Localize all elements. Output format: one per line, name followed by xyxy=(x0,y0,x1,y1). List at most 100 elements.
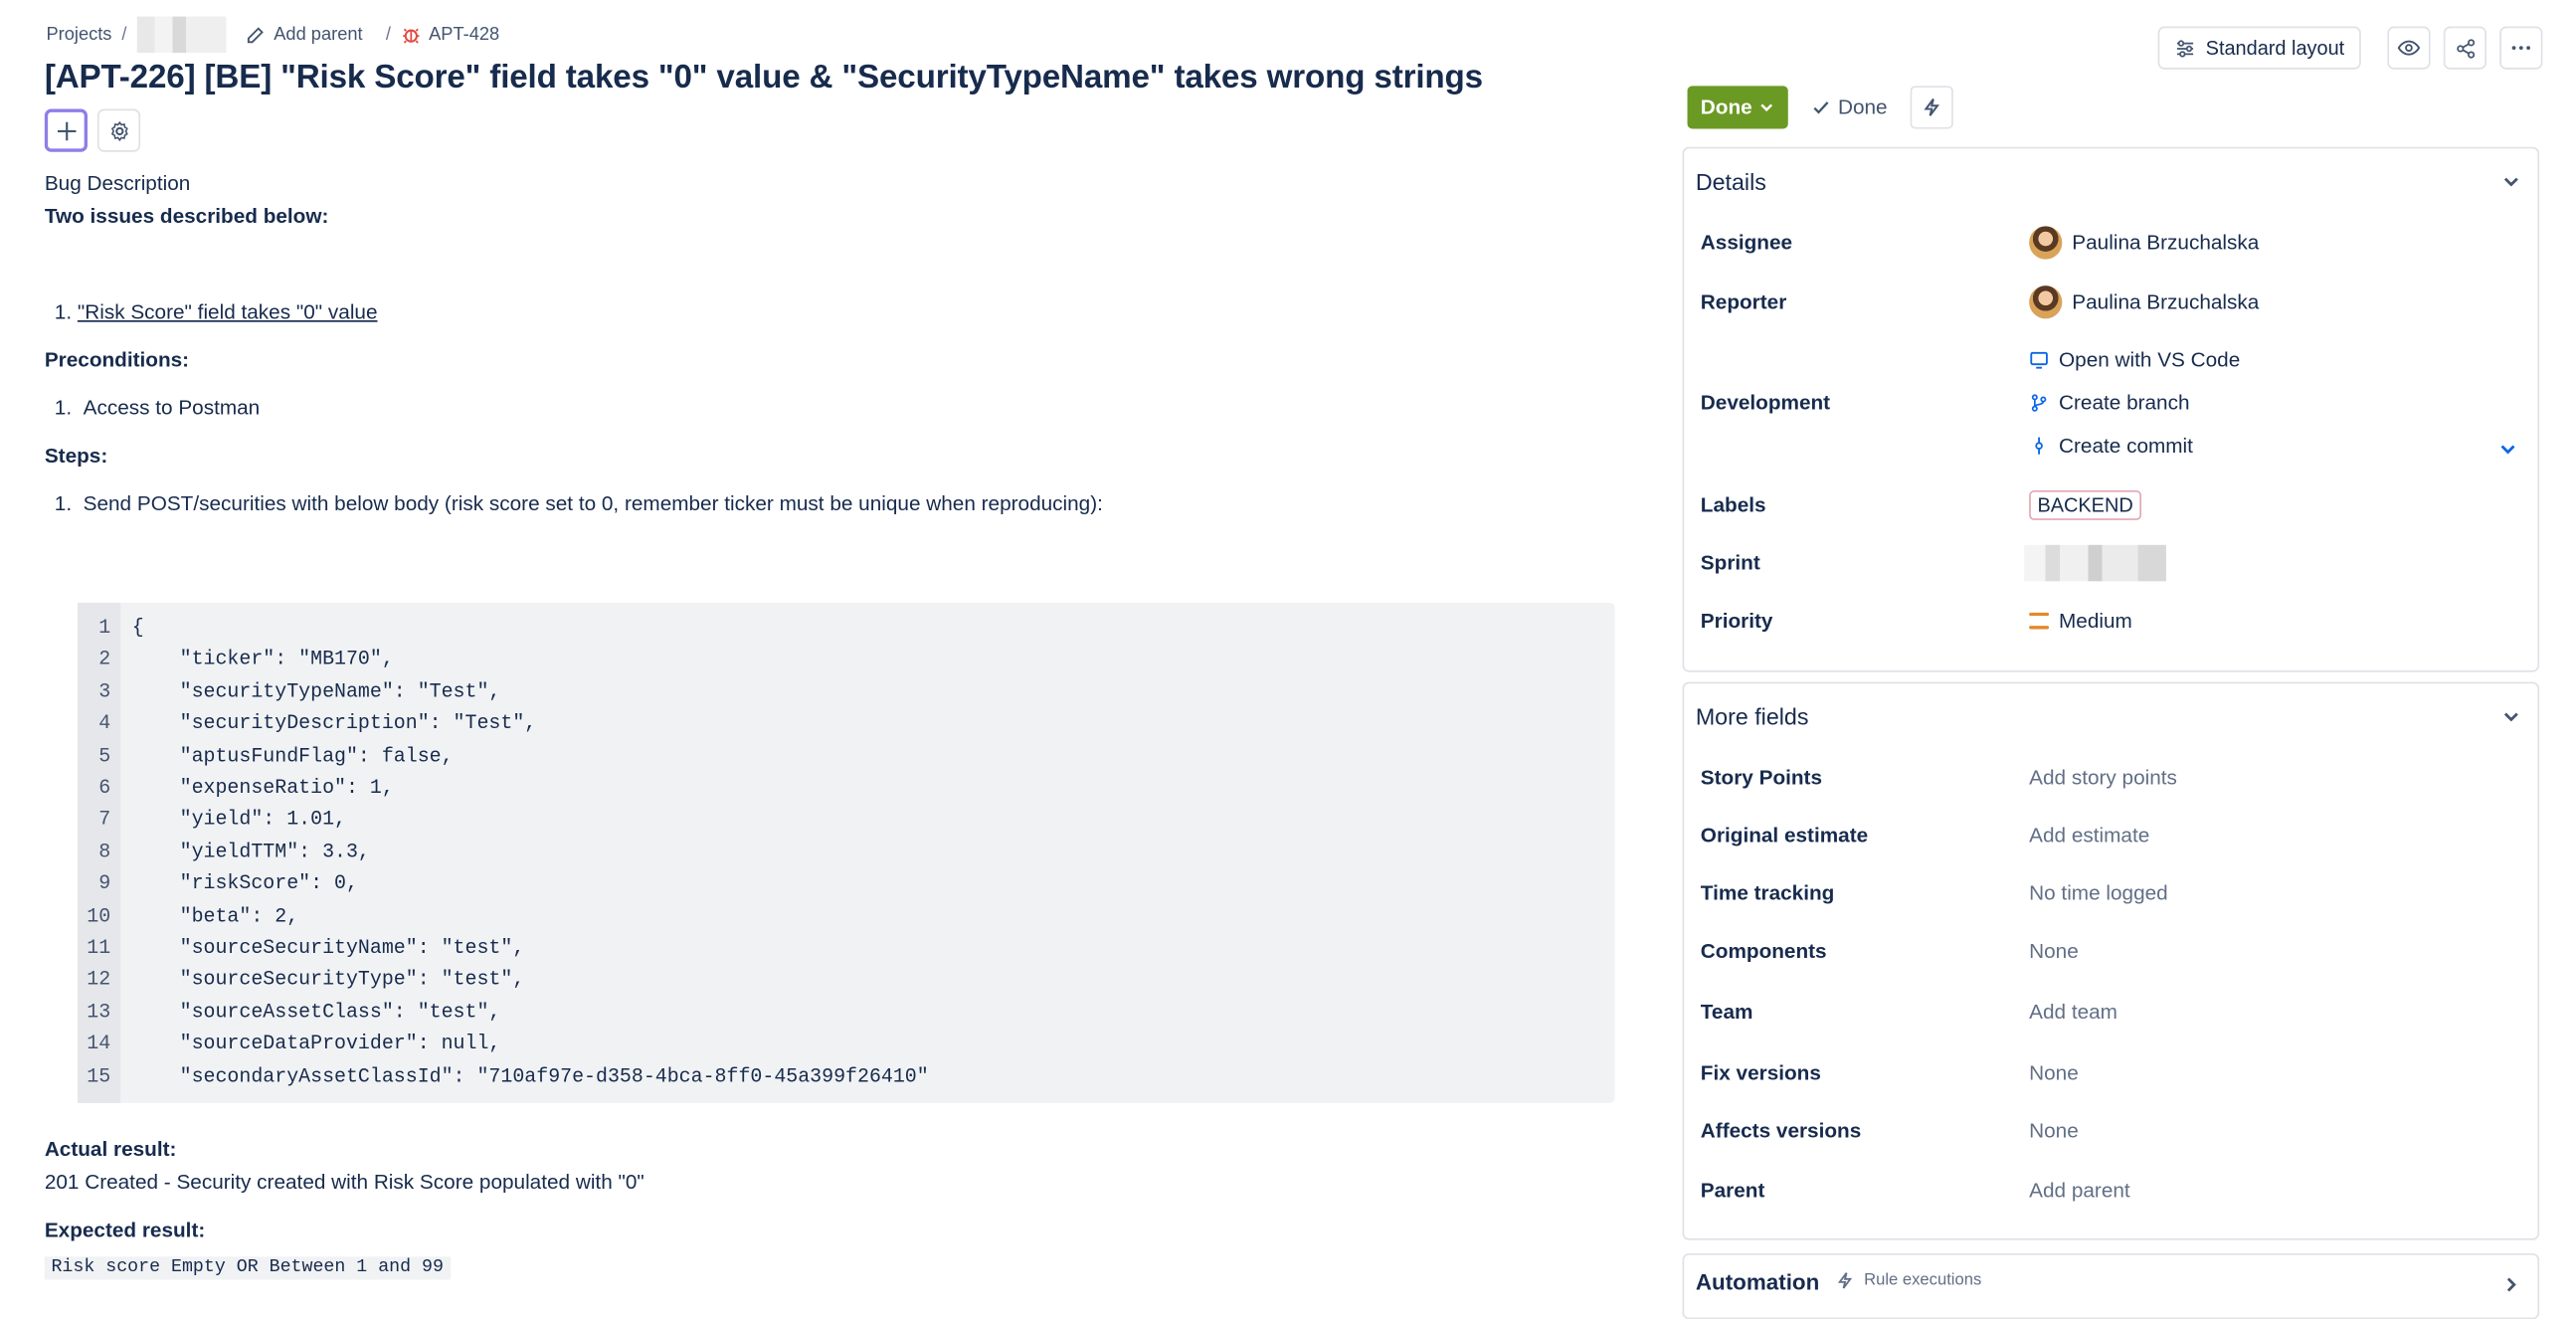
field-value[interactable]: Add story points xyxy=(2029,766,2177,789)
list-number: 1. xyxy=(54,300,78,324)
sprint-value-blurred[interactable] xyxy=(2024,544,2166,582)
open-vscode-label: Open with VS Code xyxy=(2059,348,2241,372)
monitor-icon xyxy=(2030,351,2048,369)
list-number: 1. xyxy=(54,491,84,515)
apps-button[interactable] xyxy=(96,108,141,152)
development-label: Development xyxy=(1700,391,1831,415)
issue-1-text: "Risk Score" field takes "0" value xyxy=(77,300,378,324)
code-line-number: 6 xyxy=(98,776,111,800)
avatar xyxy=(2029,285,2063,319)
breadcrumb-separator: / xyxy=(121,24,127,45)
issue-title[interactable]: [APT-226] [BE] "Risk Score" field takes … xyxy=(45,60,1483,97)
automation-title[interactable]: Automation xyxy=(1696,1270,1820,1295)
status-button[interactable]: Done xyxy=(1687,86,1789,129)
field-value[interactable]: Add parent xyxy=(2029,1179,2130,1202)
chevron-down-icon[interactable] xyxy=(2501,706,2521,726)
field-value[interactable]: Add estimate xyxy=(2029,824,2149,847)
plus-icon xyxy=(57,120,76,140)
bug-icon xyxy=(402,28,419,44)
create-branch-label: Create branch xyxy=(2059,391,2190,415)
avatar xyxy=(2029,226,2063,260)
field-value[interactable]: None xyxy=(2029,1119,2079,1142)
label-badge[interactable]: BACKEND xyxy=(2029,490,2142,520)
steps-label: Steps: xyxy=(44,444,108,468)
eye-icon xyxy=(2397,40,2421,56)
more-fields-panel: More fields Story Points Add story points… xyxy=(1682,681,2540,1240)
standard-layout-label: Standard layout xyxy=(2205,36,2345,60)
labels-label: Labels xyxy=(1700,493,1766,517)
code-line-number: 9 xyxy=(98,871,111,896)
add-button[interactable] xyxy=(44,108,88,152)
code-line: "yield": 1.01, xyxy=(131,808,346,832)
code-line: "sourceSecurityName": "test", xyxy=(131,936,525,960)
standard-layout-button[interactable]: Standard layout xyxy=(2157,26,2361,70)
code-line: "securityTypeName": "Test", xyxy=(131,679,501,703)
rule-executions[interactable]: Rule executions xyxy=(1836,1271,1981,1289)
list-number: 1. xyxy=(54,396,84,420)
more-fields-title[interactable]: More fields xyxy=(1696,703,1809,730)
open-vscode-link[interactable]: Open with VS Code xyxy=(2029,348,2241,372)
code-line: "sourceSecurityType": "test", xyxy=(131,968,525,992)
assignee-value[interactable]: Paulina Brzuchalska xyxy=(2029,226,2260,260)
code-block[interactable]: 1 {2 "ticker": "MB170", 3 "securityTypeNam… xyxy=(78,602,1615,1103)
issue-toolbar xyxy=(44,108,141,152)
field-label: Story Points xyxy=(1700,766,1823,790)
chevron-down-icon[interactable] xyxy=(2501,172,2521,192)
create-commit-link[interactable]: Create commit xyxy=(2029,435,2193,458)
status-label: Done xyxy=(1700,95,1752,119)
issue-key-link[interactable]: APT-428 xyxy=(401,25,499,45)
description-intro: Two issues described below: xyxy=(44,204,329,229)
lightning-icon xyxy=(1837,1272,1853,1289)
code-line-number: 8 xyxy=(98,840,111,863)
breadcrumb-projects[interactable]: Projects xyxy=(46,25,111,45)
chevron-down-icon xyxy=(1760,103,1773,112)
gear-icon xyxy=(110,120,127,141)
precondition-1-text: Access to Postman xyxy=(83,396,261,420)
code-line: "ticker": "MB170", xyxy=(131,648,394,671)
priority-medium-icon xyxy=(2029,612,2050,630)
reporter-value[interactable]: Paulina Brzuchalska xyxy=(2029,285,2259,319)
priority-text: Medium xyxy=(2059,609,2132,633)
field-value[interactable]: None xyxy=(2029,940,2079,963)
code-line: { xyxy=(131,616,144,640)
field-value[interactable]: None xyxy=(2029,1061,2079,1084)
code-line: "beta": 2, xyxy=(131,904,299,928)
field-label: Parent xyxy=(1700,1179,1765,1203)
add-parent-button[interactable]: Add parent xyxy=(246,25,363,45)
code-line-number: 5 xyxy=(98,743,111,768)
field-value[interactable]: No time logged xyxy=(2029,881,2168,904)
code-line: "secondaryAssetClassId": "710af97e-d358-… xyxy=(131,1064,929,1088)
chevron-down-icon[interactable] xyxy=(2498,440,2518,460)
code-line-number: 14 xyxy=(87,1032,111,1056)
create-branch-link[interactable]: Create branch xyxy=(2029,391,2190,415)
actions-button[interactable] xyxy=(1910,86,1954,129)
share-button[interactable] xyxy=(2443,26,2486,70)
priority-value[interactable]: Medium xyxy=(2029,610,2132,633)
code-line: "riskScore": 0, xyxy=(131,871,358,896)
chevron-right-icon[interactable] xyxy=(2501,1275,2521,1295)
code-line-number: 1 xyxy=(98,616,111,640)
priority-label: Priority xyxy=(1700,609,1773,633)
branch-icon xyxy=(2031,394,2047,412)
step-list-item: 1. Send POST/securities with below body … xyxy=(55,492,1103,515)
sprint-blur xyxy=(2024,544,2166,582)
code-line: "securityDescription": "Test", xyxy=(131,711,537,736)
field-value[interactable]: Add team xyxy=(2029,1001,2117,1024)
labels-value[interactable]: BACKEND xyxy=(2029,490,2142,520)
issue-view: Projects / Add parent / APT-428 [APT-226… xyxy=(0,0,2576,1319)
assignee-name: Paulina Brzuchalska xyxy=(2072,231,2260,255)
code-line: "sourceDataProvider": null, xyxy=(131,1032,501,1056)
details-panel: Details Assignee Paulina Brzuchalska Rep… xyxy=(1682,146,2540,672)
breadcrumb-project-blurred[interactable] xyxy=(136,16,227,54)
watch-button[interactable] xyxy=(2387,26,2431,70)
more-actions-button[interactable] xyxy=(2499,26,2543,70)
check-icon xyxy=(1813,101,1829,114)
expected-code-text: Risk score Empty OR Between 1 and 99 xyxy=(44,1256,451,1280)
code-line: "aptusFundFlag": false, xyxy=(131,743,454,768)
details-title[interactable]: Details xyxy=(1696,168,1766,195)
code-line-number: 4 xyxy=(98,711,111,736)
sprint-label: Sprint xyxy=(1700,551,1760,575)
code-line: "yieldTTM": 3.3, xyxy=(131,840,370,863)
actual-result-label: Actual result: xyxy=(44,1137,177,1161)
breadcrumb-separator: / xyxy=(385,24,391,45)
